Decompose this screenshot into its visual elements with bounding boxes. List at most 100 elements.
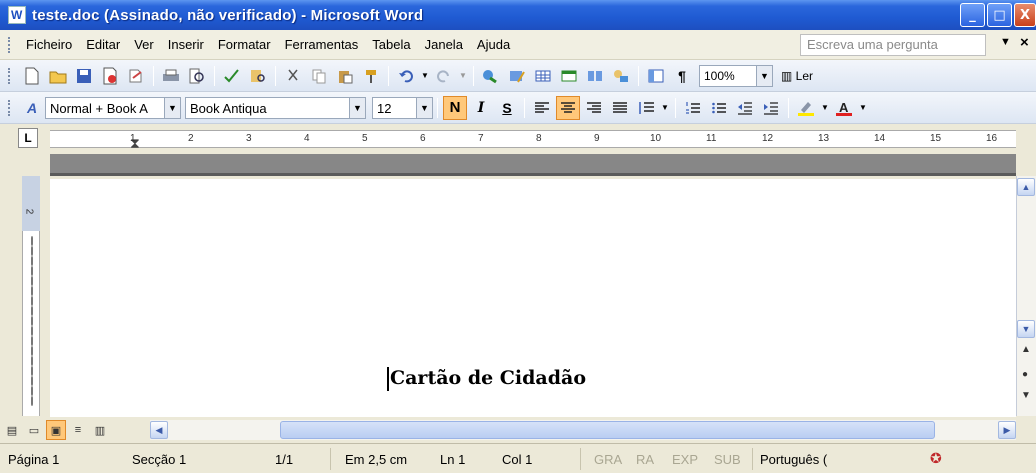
menu-ajuda[interactable]: Ajuda [470,37,517,52]
web-layout-view-icon[interactable]: ▭ [24,420,44,440]
menu-inserir[interactable]: Inserir [161,37,211,52]
highlight-icon[interactable] [794,96,818,120]
toolbar-grip[interactable] [8,36,11,53]
undo-icon[interactable] [394,64,418,88]
select-browse-object-icon[interactable]: ● [1022,369,1028,380]
scroll-up-icon[interactable]: ▲ [1017,178,1035,196]
spelling-icon[interactable] [220,64,244,88]
close-document-button[interactable]: × [1020,34,1029,51]
menu-editar[interactable]: Editar [79,37,127,52]
status-track-changes[interactable]: RA [636,452,654,467]
menu-formatar[interactable]: Formatar [211,37,278,52]
print-preview-icon[interactable] [185,64,209,88]
styles-formatting-icon[interactable]: A [20,96,44,120]
print-icon[interactable] [159,64,183,88]
align-left-icon[interactable] [530,96,554,120]
font-size-dropdown-arrow-icon[interactable]: ▼ [417,96,433,119]
digital-signature-icon[interactable]: ✪ [930,450,942,467]
menu-tabela[interactable]: Tabela [365,37,417,52]
new-document-icon[interactable] [20,64,44,88]
status-language[interactable]: Português ( [760,452,827,467]
hyperlink-icon[interactable] [479,64,503,88]
paste-icon[interactable] [333,64,357,88]
vertical-scrollbar[interactable]: ▲ ▼ ▲ ● ▼ [1016,176,1036,416]
menu-janela[interactable]: Janela [418,37,470,52]
normal-view-icon[interactable]: ▤ [2,420,22,440]
toolbar-grip[interactable] [8,67,11,84]
font-dropdown-arrow-icon[interactable]: ▼ [350,96,366,119]
columns-icon[interactable] [583,64,607,88]
previous-page-icon[interactable]: ▲ [1021,344,1031,355]
cut-icon[interactable] [281,64,305,88]
italic-button[interactable]: I [469,96,493,120]
increase-indent-icon[interactable] [759,96,783,120]
insert-table-icon[interactable] [531,64,555,88]
scroll-down-icon[interactable]: ▼ [1017,320,1035,338]
research-icon[interactable] [246,64,270,88]
font-size-select[interactable]: 12 [372,96,417,119]
insert-excel-icon[interactable] [557,64,581,88]
drawing-icon[interactable] [609,64,633,88]
tables-borders-icon[interactable] [505,64,529,88]
underline-button[interactable]: S [495,96,519,120]
horizontal-scrollbar[interactable]: ◀ ▶ [150,420,1016,440]
status-record-macro[interactable]: GRA [594,452,622,467]
bullets-icon[interactable] [707,96,731,120]
line-spacing-dropdown-icon[interactable]: ▼ [660,96,670,120]
style-select[interactable]: Normal + Book A [45,96,165,119]
horizontal-scroll-thumb[interactable] [280,421,935,439]
document-text[interactable]: Cartão de Cidadão [390,367,586,389]
zoom-dropdown-arrow-icon[interactable]: ▼ [757,64,773,87]
help-dropdown-arrow-icon[interactable]: ▼ [1000,36,1011,48]
line-spacing-icon[interactable] [634,96,658,120]
ruler-number: 5 [362,133,368,144]
align-right-icon[interactable] [582,96,606,120]
permission-icon[interactable] [98,64,122,88]
show-formatting-icon[interactable]: ¶ [670,64,694,88]
menu-ver[interactable]: Ver [127,37,161,52]
word-document-icon[interactable] [8,6,26,24]
decrease-indent-icon[interactable] [733,96,757,120]
align-center-icon[interactable] [556,95,580,120]
document-page[interactable]: Cartão de Cidadão [50,179,1016,417]
scroll-left-icon[interactable]: ◀ [150,421,168,439]
font-color-dropdown-icon[interactable]: ▼ [858,96,868,120]
title-bar[interactable]: teste.doc (Assinado, não verificado) - M… [0,0,1036,30]
status-extend[interactable]: EXP [672,452,698,467]
scroll-right-icon[interactable]: ▶ [998,421,1016,439]
copy-icon[interactable] [307,64,331,88]
minimize-button[interactable]: _ [960,3,985,27]
font-select[interactable]: Book Antiqua [185,96,350,119]
print-layout-view-icon[interactable]: ▣ [46,420,66,440]
highlight-dropdown-icon[interactable]: ▼ [820,96,830,120]
help-question-input[interactable]: Escreva uma pergunta [800,34,986,56]
redo-icon[interactable] [432,64,456,88]
mail-icon[interactable] [124,64,148,88]
horizontal-ruler[interactable]: ⧗ 1 2 3 4 5 6 7 8 9 10 11 12 13 14 15 16 [50,130,1016,151]
numbering-icon[interactable] [681,96,705,120]
ruler-number: 13 [818,133,830,144]
toolbar-separator [675,97,676,118]
toolbar-grip[interactable] [8,99,11,116]
document-map-icon[interactable] [644,64,668,88]
menu-ficheiro[interactable]: Ficheiro [19,37,79,52]
maximize-button[interactable]: □ [987,3,1012,27]
justify-icon[interactable] [608,96,632,120]
open-folder-icon[interactable] [46,64,70,88]
redo-dropdown-icon[interactable]: ▼ [458,64,468,88]
undo-dropdown-icon[interactable]: ▼ [420,64,430,88]
menu-ferramentas[interactable]: Ferramentas [278,37,366,52]
zoom-select[interactable]: 100% [699,64,757,87]
font-color-icon[interactable]: A [832,96,856,120]
style-dropdown-arrow-icon[interactable]: ▼ [165,96,181,119]
tab-selector-button[interactable]: L [18,128,38,148]
format-painter-icon[interactable] [359,64,383,88]
reading-layout-view-icon[interactable]: ▥ [90,420,110,440]
read-button[interactable]: ▥ Ler [781,69,813,83]
close-button[interactable]: X [1014,3,1036,27]
bold-button[interactable]: N [443,95,467,120]
status-overtype[interactable]: SUB [714,452,741,467]
outline-view-icon[interactable]: ≡ [68,420,88,440]
save-icon[interactable] [72,64,96,88]
next-page-icon[interactable]: ▼ [1021,390,1031,401]
